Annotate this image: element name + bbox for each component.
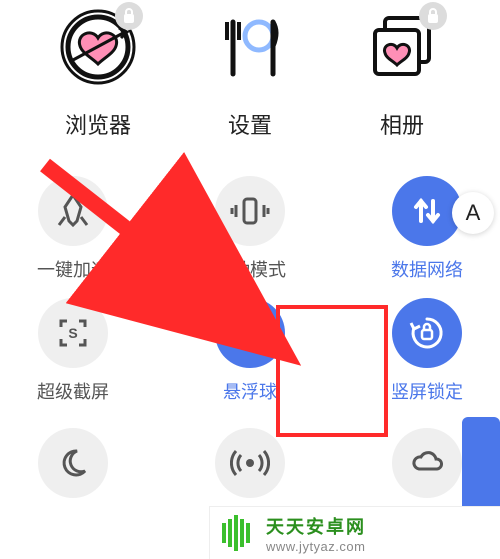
vibrate-icon xyxy=(230,191,270,231)
settings-utensils-icon xyxy=(211,8,289,86)
app-gallery[interactable]: 相册 xyxy=(332,8,472,140)
qs-label: 悬浮球 xyxy=(223,378,277,404)
watermark-url: www.jytyaz.com xyxy=(266,539,366,554)
qs-floating-ball[interactable]: 悬浮球 xyxy=(205,298,295,404)
watermark-title: 天天安卓网 xyxy=(266,513,366,539)
qs-label: 数据网络 xyxy=(391,256,463,282)
qs-night-mode[interactable] xyxy=(28,428,118,498)
watermark: 天天安卓网 www.jytyaz.com xyxy=(210,507,500,559)
qs-label: 超级截屏 xyxy=(37,378,109,404)
qs-hotspot[interactable] xyxy=(205,428,295,498)
watermark-logo-icon xyxy=(216,511,260,555)
data-icon xyxy=(407,191,447,231)
qs-label: 振动模式 xyxy=(214,256,286,282)
floatball-icon xyxy=(230,313,270,353)
qs-label: 竖屏锁定 xyxy=(391,378,463,404)
app-browser[interactable]: 浏览器 xyxy=(28,8,168,140)
qs-super-screenshot[interactable]: S 超级截屏 xyxy=(28,298,118,404)
qs-portrait-lock[interactable]: 竖屏锁定 xyxy=(382,298,472,404)
qs-label: 一键加速 xyxy=(37,256,109,282)
qs-vibrate-mode[interactable]: 振动模式 xyxy=(205,176,295,282)
svg-text:S: S xyxy=(68,325,77,341)
moon-icon xyxy=(53,443,93,483)
rocket-icon xyxy=(53,191,93,231)
font-size-button[interactable]: A xyxy=(452,192,494,234)
hotspot-icon xyxy=(230,443,270,483)
qs-cloud-sync[interactable] xyxy=(382,428,472,498)
app-label: 相册 xyxy=(380,108,424,140)
app-label: 设置 xyxy=(228,108,272,140)
lock-badge-icon xyxy=(115,2,143,30)
rotation-lock-icon xyxy=(407,313,447,353)
qs-one-tap-boost[interactable]: 一键加速 xyxy=(28,176,118,282)
screenshot-icon: S xyxy=(53,313,93,353)
cloud-sync-icon xyxy=(407,443,447,483)
app-label: 浏览器 xyxy=(65,108,131,140)
lock-badge-icon xyxy=(419,2,447,30)
scroll-indicator xyxy=(462,417,500,507)
app-settings[interactable]: 设置 xyxy=(180,8,320,140)
